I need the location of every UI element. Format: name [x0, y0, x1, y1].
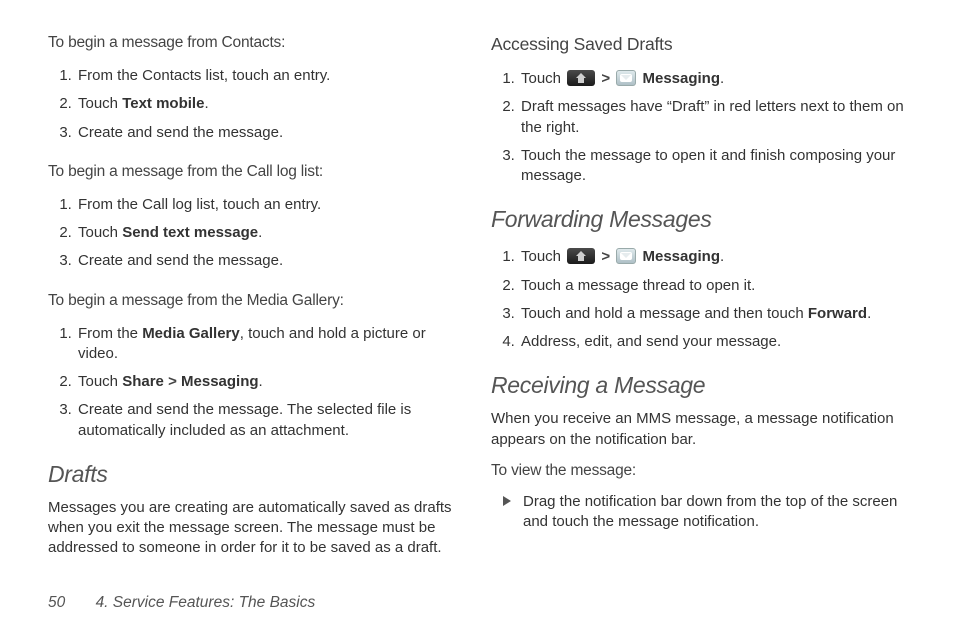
steps-forwarding-messages: Touch > Messaging. Touch a message threa…	[491, 243, 906, 356]
step: Touch Send text message.	[76, 219, 463, 247]
text: .	[867, 305, 871, 322]
manual-page: To begin a message from Contacts: From t…	[0, 0, 954, 636]
right-column: Accessing Saved Drafts Touch > Messaging…	[491, 34, 906, 571]
page-number: 50	[48, 594, 65, 611]
heading-accessing-saved-drafts: Accessing Saved Drafts	[491, 34, 906, 55]
heading-receiving-message: Receiving a Message	[491, 372, 906, 399]
step: Create and send the message.	[76, 247, 463, 275]
text: Touch	[78, 224, 122, 241]
intro-media-gallery: To begin a message from the Media Galler…	[48, 292, 463, 310]
intro-view-message: To view the message:	[491, 462, 906, 480]
step: Address, edit, and send your message.	[519, 328, 906, 356]
ui-label: Messaging	[642, 70, 720, 87]
breadcrumb-separator: >	[597, 248, 614, 265]
step: Touch a message thread to open it.	[519, 272, 906, 300]
ui-label: Messaging	[642, 248, 720, 265]
ui-label: Messaging	[181, 373, 259, 390]
intro-contacts: To begin a message from Contacts:	[48, 34, 463, 52]
text: .	[258, 224, 262, 241]
step: Create and send the message.	[76, 119, 463, 147]
steps-calllog: From the Call log list, touch an entry. …	[48, 191, 463, 276]
ui-label: Share	[122, 373, 164, 390]
ui-label: Forward	[808, 305, 867, 322]
step: Touch the message to open it and finish …	[519, 142, 906, 191]
text: Touch	[521, 70, 565, 87]
step: From the Call log list, touch an entry.	[76, 191, 463, 219]
messaging-icon	[616, 248, 636, 264]
step: From the Contacts list, touch an entry.	[76, 62, 463, 90]
step: Touch Share > Messaging.	[76, 368, 463, 396]
paragraph-drafts: Messages you are creating are automatica…	[48, 498, 463, 559]
breadcrumb-separator: >	[597, 70, 614, 87]
step: Touch and hold a message and then touch …	[519, 300, 906, 328]
ui-label: Text mobile	[122, 95, 204, 112]
text: .	[204, 95, 208, 112]
page-footer: 50 4. Service Features: The Basics	[48, 594, 315, 612]
step: Draft messages have “Draft” in red lette…	[519, 93, 906, 142]
steps-media-gallery: From the Media Gallery, touch and hold a…	[48, 320, 463, 445]
intro-calllog: To begin a message from the Call log lis…	[48, 163, 463, 181]
text: .	[720, 248, 724, 265]
ui-label: Send text message	[122, 224, 258, 241]
text: Touch	[78, 95, 122, 112]
text: From the	[78, 325, 142, 342]
home-icon	[567, 70, 595, 86]
step: Touch > Messaging.	[519, 243, 906, 271]
step: Create and send the message. The selecte…	[76, 396, 463, 445]
bullet: Drag the notification bar down from the …	[509, 490, 906, 535]
paragraph-receiving-message: When you receive an MMS message, a messa…	[491, 409, 906, 450]
bullets-view-message: Drag the notification bar down from the …	[491, 490, 906, 535]
two-column-layout: To begin a message from Contacts: From t…	[48, 34, 906, 571]
text: Touch	[521, 248, 565, 265]
text: Touch	[78, 373, 122, 390]
chapter-title: 4. Service Features: The Basics	[96, 594, 316, 611]
text: .	[259, 373, 263, 390]
ui-label: Media Gallery	[142, 325, 240, 342]
left-column: To begin a message from Contacts: From t…	[48, 34, 463, 571]
steps-contacts: From the Contacts list, touch an entry. …	[48, 62, 463, 147]
step: From the Media Gallery, touch and hold a…	[76, 320, 463, 369]
step: Touch Text mobile.	[76, 90, 463, 118]
messaging-icon	[616, 70, 636, 86]
home-icon	[567, 248, 595, 264]
text: Touch and hold a message and then touch	[521, 305, 808, 322]
heading-forwarding-messages: Forwarding Messages	[491, 206, 906, 233]
breadcrumb-separator: >	[164, 373, 181, 390]
steps-accessing-saved-drafts: Touch > Messaging. Draft messages have “…	[491, 65, 906, 190]
text: .	[720, 70, 724, 87]
heading-drafts: Drafts	[48, 461, 463, 488]
step: Touch > Messaging.	[519, 65, 906, 93]
